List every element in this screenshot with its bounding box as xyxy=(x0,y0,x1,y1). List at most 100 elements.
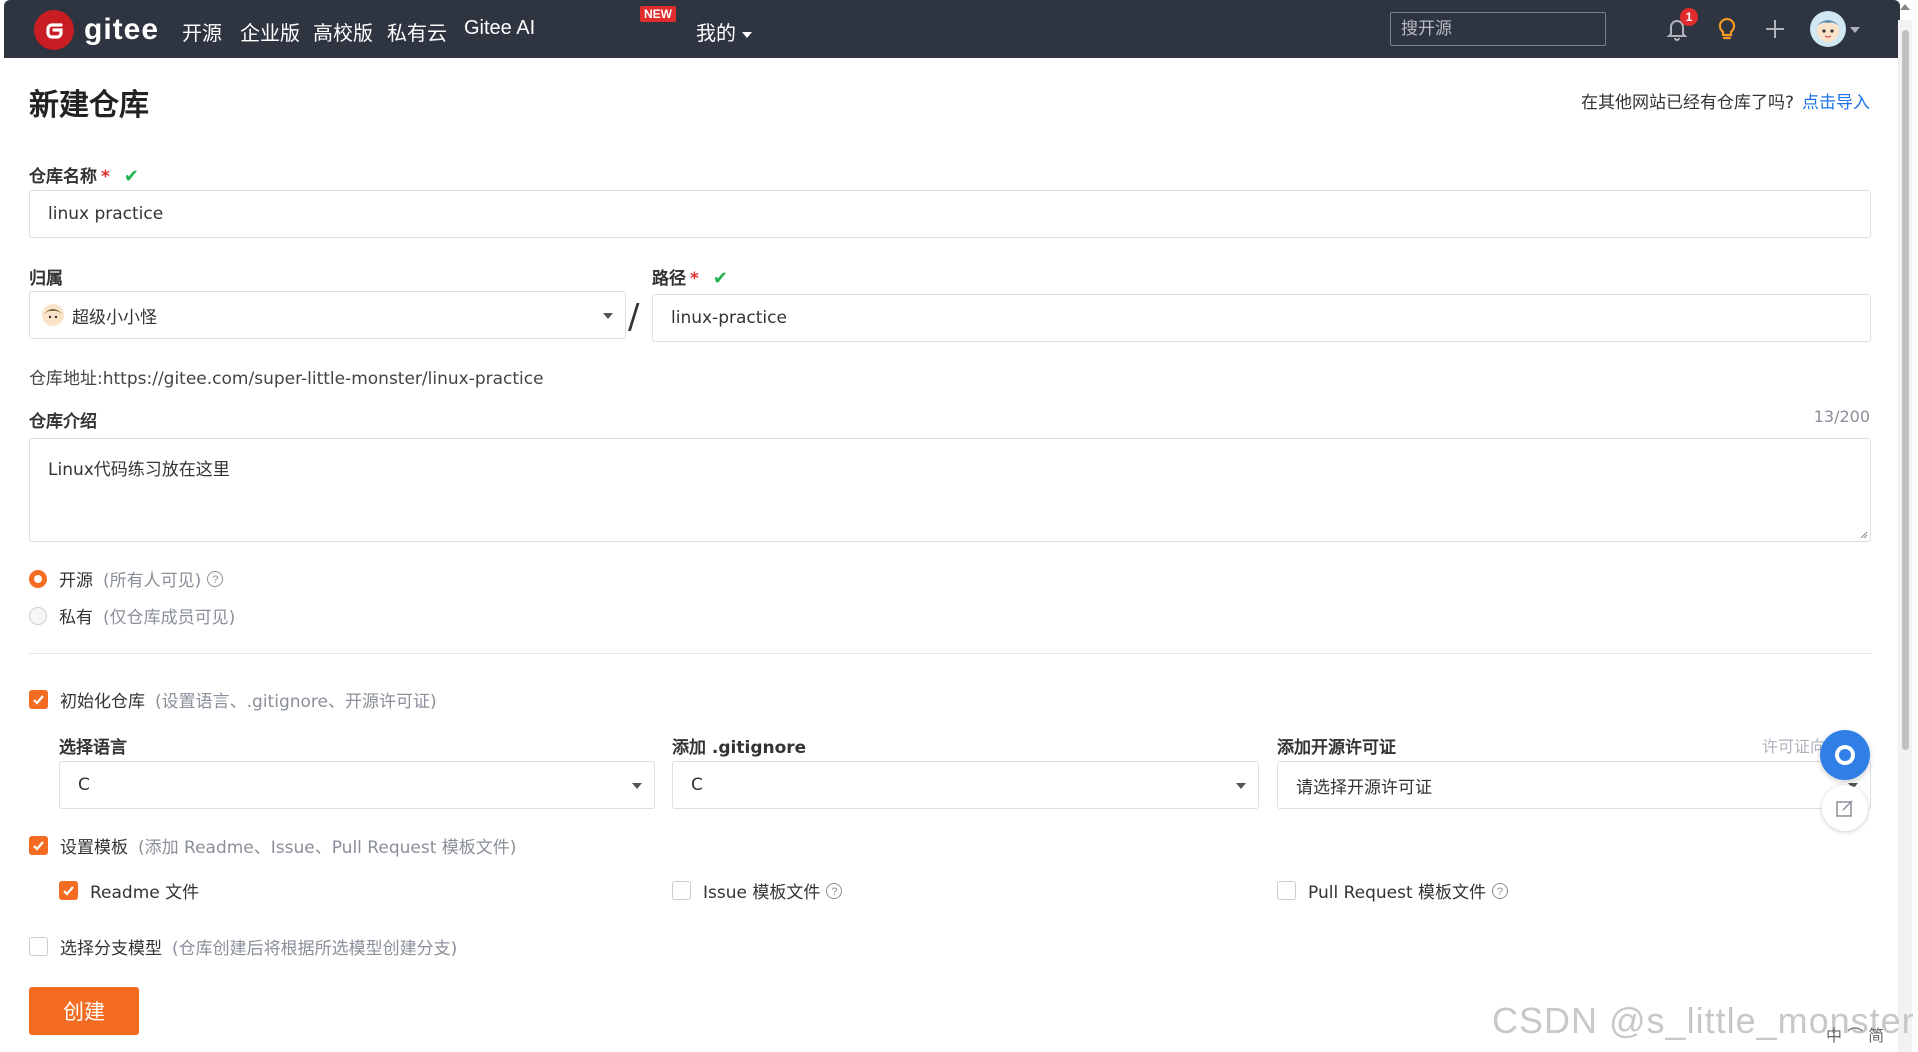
page-title: 新建仓库 xyxy=(29,88,149,123)
search-input[interactable] xyxy=(1390,12,1606,46)
required-mark: * xyxy=(690,269,699,289)
gitignore-value: C xyxy=(691,775,703,795)
check-icon: ✔ xyxy=(123,166,139,187)
help-icon[interactable]: ? xyxy=(826,882,843,899)
nav-item-mine[interactable]: 我的 xyxy=(696,17,752,46)
repo-address: 仓库地址:https://gitee.com/super-little-mons… xyxy=(29,364,544,389)
init-repo-label: 初始化仓库 xyxy=(60,692,145,712)
lightbulb-icon[interactable] xyxy=(1712,14,1742,44)
help-icon[interactable]: ? xyxy=(1492,882,1509,899)
divider xyxy=(29,653,1871,654)
public-hint: (所有人可见) xyxy=(103,571,202,591)
new-badge: NEW xyxy=(640,6,676,22)
required-mark: * xyxy=(101,167,110,187)
templates-option[interactable]: 设置模板 (添加 Readme、Issue、Pull Request 模板文件) xyxy=(29,833,516,858)
repo-name-value: linux practice xyxy=(48,204,164,224)
check-icon: ✔ xyxy=(712,268,728,289)
top-navbar: gitee 开源 企业版 高校版 私有云 Gitee AI NEW 我的 1 xyxy=(4,0,1900,58)
templates-checkbox[interactable] xyxy=(29,836,48,855)
pr-template-checkbox[interactable] xyxy=(1277,881,1296,900)
chat-bubble-icon xyxy=(1835,745,1855,765)
templates-hint: (添加 Readme、Issue、Pull Request 模板文件) xyxy=(138,838,517,858)
ime-indicator: 中 ⌒ 简 xyxy=(1826,1026,1885,1045)
nav-item-education[interactable]: 高校版 xyxy=(313,17,373,46)
gitee-logo-icon xyxy=(34,10,74,50)
intro-textarea[interactable]: Linux代码练习放在这里 xyxy=(29,438,1871,542)
init-repo-hint: (设置语言、.gitignore、开源许可证) xyxy=(155,692,437,712)
repo-name-input[interactable]: linux practice xyxy=(29,190,1871,238)
checkmark-icon xyxy=(33,841,44,851)
license-placeholder: 请选择开源许可证 xyxy=(1296,777,1432,798)
init-repo-checkbox[interactable] xyxy=(29,690,48,709)
private-radio[interactable] xyxy=(29,606,47,625)
language-value: C xyxy=(78,775,90,795)
branch-model-option[interactable]: 选择分支模型 (仓库创建后将根据所选模型创建分支) xyxy=(29,934,457,959)
repo-name-label: 仓库名称 * ✔ xyxy=(29,162,139,187)
language-select[interactable]: C xyxy=(59,761,655,809)
license-label: 添加开源许可证 xyxy=(1277,738,1396,758)
import-link[interactable]: 点击导入 xyxy=(1802,93,1870,113)
edit-icon xyxy=(1836,800,1853,817)
import-prompt: 在其他网站已经有仓库了吗? xyxy=(1580,93,1794,113)
logo-text: gitee xyxy=(84,13,160,46)
templates-label: 设置模板 xyxy=(60,838,128,858)
owner-label: 归属 xyxy=(29,269,63,289)
nav-item-enterprise[interactable]: 企业版 xyxy=(240,17,300,46)
visibility-public-option[interactable]: 开源 (所有人可见) ? xyxy=(29,566,224,591)
chat-assistant-button[interactable] xyxy=(1820,730,1870,780)
intro-value: Linux代码练习放在这里 xyxy=(48,460,230,480)
readme-option[interactable]: Readme 文件 xyxy=(59,878,199,903)
readme-checkbox[interactable] xyxy=(59,881,78,900)
chevron-down-icon xyxy=(742,31,752,38)
readme-label: Readme 文件 xyxy=(90,883,200,903)
path-input[interactable]: linux-practice xyxy=(652,294,1871,342)
chevron-down-icon xyxy=(1236,783,1246,789)
intro-label: 仓库介绍 xyxy=(29,412,97,432)
checkmark-icon xyxy=(63,886,74,896)
owner-select[interactable]: 超级小小怪 xyxy=(29,291,626,339)
private-hint: (仅仓库成员可见) xyxy=(103,608,236,628)
pr-template-option[interactable]: Pull Request 模板文件 ? xyxy=(1277,878,1509,903)
language-label: 选择语言 xyxy=(59,738,127,758)
issue-template-option[interactable]: Issue 模板文件 ? xyxy=(672,878,843,903)
plus-icon[interactable] xyxy=(1760,14,1790,44)
nav-item-private-cloud[interactable]: 私有云 xyxy=(387,17,447,46)
path-label: 路径 * ✔ xyxy=(652,264,728,289)
init-repo-option[interactable]: 初始化仓库 (设置语言、.gitignore、开源许可证) xyxy=(29,687,437,712)
gitignore-select[interactable]: C xyxy=(672,761,1259,809)
gitignore-label: 添加 .gitignore xyxy=(672,738,807,758)
feedback-button[interactable] xyxy=(1822,785,1868,831)
owner-value: 超级小小怪 xyxy=(72,307,157,328)
user-avatar[interactable] xyxy=(1810,11,1846,47)
help-icon[interactable]: ? xyxy=(207,570,224,587)
checkmark-icon xyxy=(33,695,44,705)
repo-address-label: 仓库地址: xyxy=(29,369,103,389)
path-value: linux-practice xyxy=(671,308,787,328)
nav-item-open-source[interactable]: 开源 xyxy=(182,17,222,46)
issue-template-checkbox[interactable] xyxy=(672,881,691,900)
pr-template-label: Pull Request 模板文件 xyxy=(1308,883,1487,903)
scroll-up-icon[interactable] xyxy=(1900,4,1910,10)
create-button[interactable]: 创建 xyxy=(29,987,139,1035)
public-radio[interactable] xyxy=(29,569,47,588)
notification-count-badge: 1 xyxy=(1680,8,1698,26)
resize-grip-icon[interactable] xyxy=(1858,529,1868,539)
public-label: 开源 xyxy=(59,571,93,591)
branch-model-label: 选择分支模型 xyxy=(60,939,162,959)
avatar-chevron-down-icon[interactable] xyxy=(1850,27,1860,33)
visibility-private-option[interactable]: 私有 (仅仓库成员可见) xyxy=(29,603,235,628)
license-select[interactable]: 请选择开源许可证 xyxy=(1277,761,1871,809)
owner-avatar xyxy=(42,304,64,326)
intro-char-counter: 13/200 xyxy=(1813,407,1870,426)
path-label-text: 路径 xyxy=(652,269,686,289)
chevron-down-icon xyxy=(632,783,642,789)
path-separator: / xyxy=(628,297,640,337)
nav-item-gitee-ai[interactable]: Gitee AI xyxy=(464,17,535,40)
gitee-logo[interactable]: gitee xyxy=(34,10,159,50)
nav-mine-label: 我的 xyxy=(696,21,736,45)
import-tip: 在其他网站已经有仓库了吗? 点击导入 xyxy=(1581,88,1870,113)
chevron-down-icon xyxy=(603,313,613,319)
issue-template-label: Issue 模板文件 xyxy=(703,883,821,903)
branch-model-checkbox[interactable] xyxy=(29,937,48,956)
scrollbar-thumb[interactable] xyxy=(1902,30,1909,750)
